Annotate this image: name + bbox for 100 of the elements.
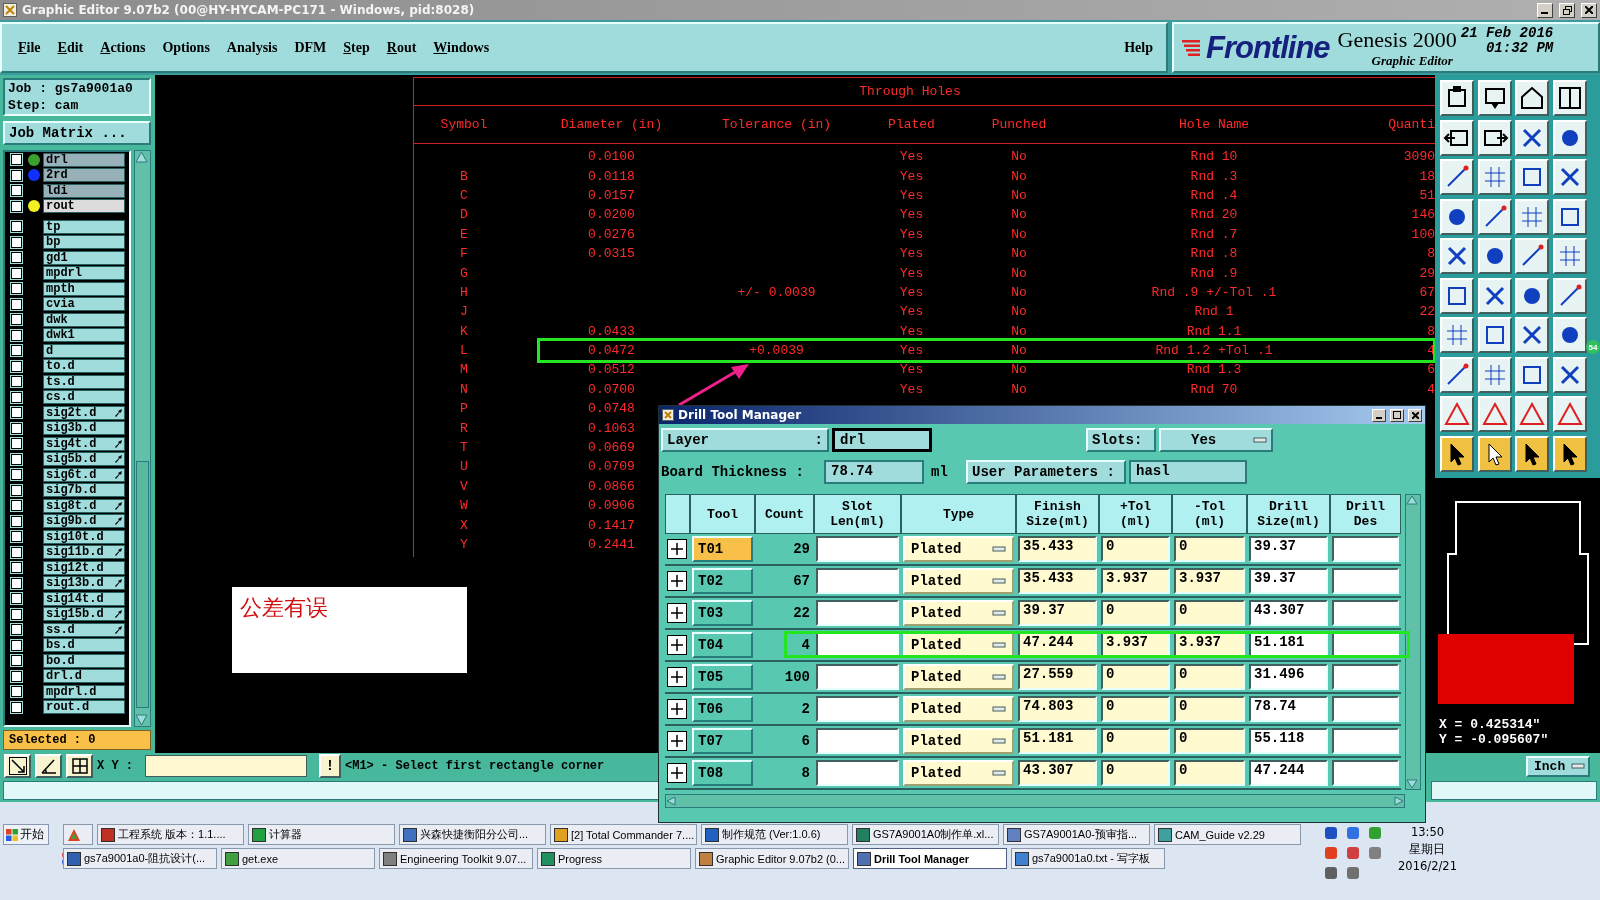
checkbox[interactable] <box>11 469 22 481</box>
taskbar-button[interactable]: get.exe <box>221 848 375 869</box>
layer-item[interactable]: drl <box>43 152 125 167</box>
job-matrix-button[interactable]: Job Matrix ... <box>3 121 151 145</box>
tool-button[interactable]: T02 <box>692 568 753 594</box>
toolbar-button[interactable] <box>1440 119 1474 156</box>
layer-item[interactable]: sig5b.d <box>43 452 125 467</box>
checkbox[interactable] <box>11 169 22 181</box>
toolbar-button[interactable] <box>1440 238 1474 274</box>
drill-designation-field[interactable] <box>1332 728 1399 754</box>
checkbox[interactable] <box>11 438 22 450</box>
tool-button[interactable]: T01 <box>692 536 753 562</box>
taskbar-button[interactable]: GS7A9001A0-预审指... <box>1003 824 1150 845</box>
slot-length-field[interactable] <box>816 600 899 626</box>
layer-item[interactable]: ss.d <box>43 622 125 637</box>
minus-tolerance-field[interactable]: 0 <box>1174 728 1245 754</box>
type-dropdown[interactable]: Plated <box>903 664 1014 690</box>
toolbar-button[interactable] <box>1440 435 1474 472</box>
layer-item[interactable]: sig13b.d <box>43 576 125 591</box>
menu-item[interactable]: Windows <box>425 37 499 58</box>
toolbar-button[interactable] <box>1515 277 1549 314</box>
taskbar-button[interactable]: Graphic Editor 9.07b2 (0... <box>695 848 849 869</box>
minus-tolerance-field[interactable]: 0 <box>1174 600 1245 626</box>
taskbar-button[interactable]: gs7a9001a0.txt - 写字板 <box>1011 848 1165 869</box>
toolbar-button[interactable] <box>1440 277 1474 314</box>
alert-button[interactable]: ! <box>319 754 341 778</box>
toolbar-button[interactable] <box>1440 356 1474 393</box>
layer-item[interactable]: to.d <box>43 359 125 374</box>
checkbox[interactable] <box>11 593 22 605</box>
toolbar-button[interactable] <box>1477 119 1512 156</box>
tool-button[interactable]: T08 <box>692 760 753 786</box>
drill-designation-field[interactable] <box>1332 664 1399 690</box>
user-parameters-button[interactable]: User Parameters : <box>966 460 1126 484</box>
toolbar-button[interactable] <box>1477 80 1512 116</box>
add-button[interactable] <box>667 539 687 559</box>
checkbox[interactable] <box>11 686 22 698</box>
checkbox[interactable] <box>11 200 22 212</box>
plus-tolerance-field[interactable]: 0 <box>1101 760 1170 786</box>
checkbox[interactable] <box>11 531 22 543</box>
layer-item[interactable]: mpth <box>43 281 125 296</box>
slot-length-field[interactable] <box>816 696 899 722</box>
tool-button[interactable]: T06 <box>692 696 753 722</box>
taskbar-button[interactable]: 兴森快捷衡阳分公司... <box>399 824 546 845</box>
toolbar-button[interactable] <box>1477 277 1512 314</box>
toolbar-button[interactable] <box>1552 159 1587 195</box>
checkbox[interactable] <box>11 608 22 620</box>
type-dropdown[interactable]: Plated <box>903 728 1014 754</box>
toolbar-button[interactable] <box>1477 435 1512 472</box>
menu-item[interactable]: Analysis <box>218 37 287 58</box>
coordinate-input[interactable] <box>145 755 307 777</box>
taskbar-button[interactable] <box>63 824 93 845</box>
layer-item[interactable]: bo.d <box>43 653 125 668</box>
layer-item[interactable]: sig6t.d <box>43 467 125 482</box>
add-button[interactable] <box>667 571 687 591</box>
maximize-button[interactable] <box>1390 408 1404 422</box>
layer-item[interactable]: 2rd <box>43 168 125 183</box>
checkbox[interactable] <box>11 252 22 264</box>
taskbar-button[interactable]: GS7A9001A0制作单.xl... <box>852 824 999 845</box>
layer-item[interactable]: bp <box>43 235 125 250</box>
checkbox[interactable] <box>11 185 22 197</box>
checkbox[interactable] <box>11 562 22 574</box>
layer-item[interactable]: sig12t.d <box>43 560 125 575</box>
layer-field[interactable]: drl <box>832 428 932 452</box>
checkbox[interactable] <box>11 360 22 372</box>
layer-item[interactable]: dwk <box>43 312 125 327</box>
toolbar-button[interactable] <box>1477 317 1512 353</box>
minus-tolerance-field[interactable]: 0 <box>1174 536 1245 562</box>
slot-length-field[interactable] <box>816 664 899 690</box>
plus-tolerance-field[interactable]: 0 <box>1101 728 1170 754</box>
type-dropdown[interactable]: Plated <box>903 760 1014 786</box>
toolbar-button[interactable] <box>1552 238 1587 274</box>
menu-item[interactable]: Step <box>335 37 379 58</box>
checkbox[interactable] <box>11 236 22 248</box>
finish-size-field[interactable]: 27.559 <box>1018 664 1097 690</box>
minus-tolerance-field[interactable]: 0 <box>1174 696 1245 722</box>
toolbar-button[interactable] <box>1515 435 1549 472</box>
layer-item[interactable]: gd1 <box>43 250 125 265</box>
type-dropdown[interactable]: Plated <box>903 568 1014 594</box>
plus-tolerance-field[interactable]: 0 <box>1101 664 1170 690</box>
finish-size-field[interactable]: 74.803 <box>1018 696 1097 722</box>
layer-item[interactable]: mpdrl <box>43 266 125 281</box>
toolbar-button[interactable] <box>1552 119 1587 156</box>
toolbar-button[interactable] <box>35 754 62 778</box>
checkbox[interactable] <box>11 422 22 434</box>
checkbox[interactable] <box>11 298 22 310</box>
drill-size-field[interactable]: 47.244 <box>1249 760 1328 786</box>
checkbox[interactable] <box>11 267 22 279</box>
layer-item[interactable]: sig15b.d <box>43 607 125 622</box>
taskbar-button[interactable]: 计算器 <box>248 824 395 845</box>
type-dropdown[interactable]: Plated <box>903 600 1014 626</box>
layer-item[interactable]: rout <box>43 199 125 214</box>
tool-button[interactable]: T04 <box>692 632 753 658</box>
toolbar-button[interactable] <box>1515 159 1549 195</box>
taskbar-button[interactable]: 工程系统 版本：1.1.... <box>97 824 244 845</box>
checkbox[interactable] <box>11 345 22 357</box>
start-button[interactable]: 开始 <box>3 824 49 845</box>
taskbar-button[interactable]: CAM_Guide v2.29 <box>1154 824 1301 845</box>
thickness-field[interactable]: 78.74 <box>824 460 924 484</box>
close-button[interactable] <box>1581 2 1597 18</box>
scrollbar[interactable] <box>134 150 151 727</box>
